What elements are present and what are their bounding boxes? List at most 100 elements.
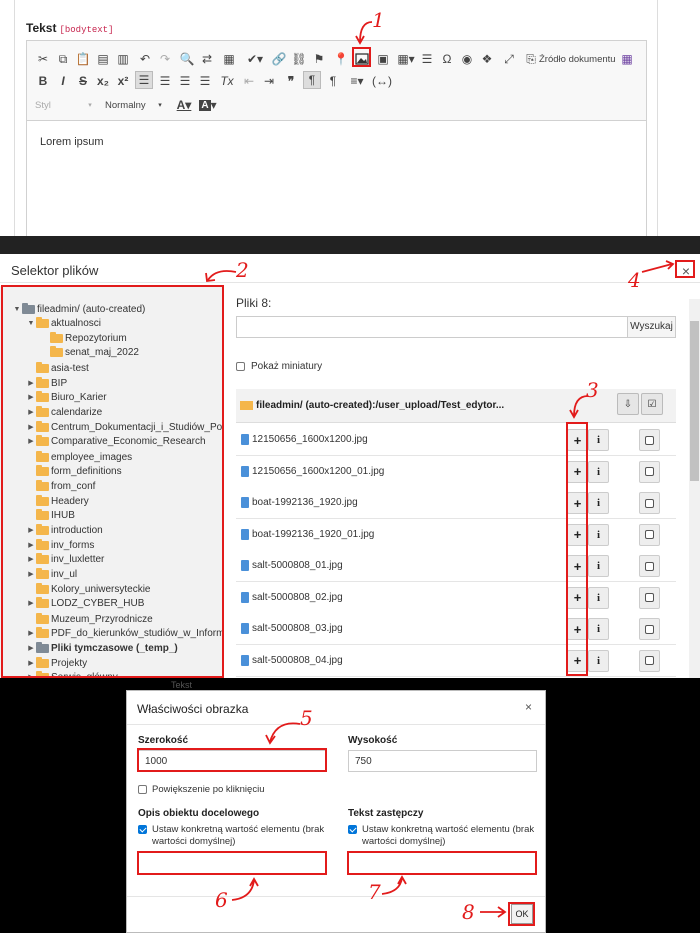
link-icon[interactable]: 🔗 (271, 50, 287, 68)
redo-icon[interactable]: ↷ (157, 50, 173, 68)
info-button[interactable]: i (588, 429, 609, 451)
italic-icon[interactable]: I (55, 72, 71, 90)
image-file-icon (241, 497, 249, 508)
align-center-icon[interactable]: ☰ (157, 72, 173, 90)
files-count: Pliki 8: (236, 296, 272, 310)
folder-path-header: fileadmin/ (auto-created):/user_upload/T… (236, 389, 676, 423)
templates-icon[interactable]: ❖ (479, 50, 495, 68)
annotation-arrow-1 (355, 21, 373, 45)
alt-label: Tekst zastępczy (348, 808, 424, 819)
maximize-icon[interactable]: ⤢ (501, 50, 517, 68)
editor-content[interactable]: Lorem ipsum (27, 121, 646, 237)
file-row[interactable]: boat-1992136_1920.jpg + i (236, 487, 676, 519)
superscript-icon[interactable]: x² (115, 72, 131, 90)
align-left-icon[interactable]: ☰ (135, 71, 153, 89)
select-checkbox[interactable] (639, 492, 660, 514)
bold-icon[interactable]: B (35, 72, 51, 90)
copy-icon[interactable]: ⧉ (55, 50, 71, 68)
paste-word-icon[interactable]: ▥ (115, 50, 131, 68)
toggle-selection-icon[interactable]: ☑ (641, 393, 663, 415)
text-color-icon[interactable]: A▾ (173, 96, 195, 114)
checkbox-checked-icon (348, 825, 357, 834)
location-pin-icon[interactable]: 📍 (333, 50, 349, 68)
select-checkbox[interactable] (639, 618, 660, 640)
show-blocks-icon[interactable]: (↔) (372, 72, 392, 90)
search-button[interactable]: Wyszukaj (627, 316, 676, 338)
height-input[interactable]: 750 (348, 750, 537, 772)
select-all-icon[interactable]: ▦ (221, 50, 237, 68)
select-checkbox[interactable] (639, 429, 660, 451)
close-icon[interactable]: × (525, 700, 532, 714)
annotation-6: 6 (215, 888, 228, 912)
info-button[interactable]: i (588, 523, 609, 546)
select-checkbox[interactable] (639, 649, 660, 672)
info-button[interactable]: i (588, 586, 609, 609)
scrollbar[interactable] (689, 299, 700, 678)
info-button[interactable]: i (588, 649, 609, 672)
file-row[interactable]: salt-5000808_03.jpg + i (236, 613, 676, 645)
align-right-icon[interactable]: ☰ (177, 72, 193, 90)
select-checkbox[interactable] (639, 555, 660, 577)
file-row[interactable]: salt-5000808_01.jpg + i (236, 550, 676, 582)
file-name: salt-5000808_03.jpg (252, 623, 343, 634)
annotation-box-1 (352, 47, 371, 67)
rtl-icon[interactable]: ¶ (325, 72, 341, 90)
cut-icon[interactable]: ✂ (35, 50, 51, 68)
unlink-icon[interactable]: ⛓ (291, 50, 307, 68)
annotation-arrow-3 (569, 395, 589, 419)
import-selection-icon[interactable]: ⇩ (617, 393, 639, 415)
desc-label: Opis obiektu docelowego (138, 808, 260, 819)
desc-check-label: Ustaw konkretną wartość elementu (brak w… (152, 824, 325, 847)
iframe-icon[interactable]: ◉ (459, 50, 475, 68)
strike-icon[interactable]: S (75, 72, 91, 90)
justify-icon[interactable]: ☰ (197, 72, 213, 90)
search-input[interactable] (236, 316, 628, 338)
numbered-list-icon[interactable]: ≡▾ (345, 72, 369, 90)
file-row[interactable]: salt-5000808_04.jpg + i (236, 644, 676, 677)
special-char-icon[interactable]: Ω (439, 50, 455, 68)
info-button[interactable]: i (588, 492, 609, 514)
desc-override-checkbox[interactable]: Ustaw konkretną wartość elementu (brak w… (138, 824, 333, 848)
grid-icon[interactable]: ▦ (619, 50, 635, 68)
image-file-icon (241, 465, 249, 477)
image-properties-dialog: Właściwości obrazka × Szerokość 1000 Wys… (126, 690, 546, 933)
replace-icon[interactable]: ⇄ (199, 50, 215, 68)
file-row[interactable]: 12150656_1600x1200.jpg + i (236, 424, 676, 456)
info-button[interactable]: i (588, 618, 609, 640)
file-row[interactable]: boat-1992136_1920_01.jpg + i (236, 518, 676, 551)
anchor-flag-icon[interactable]: ⚑ (311, 50, 327, 68)
select-checkbox[interactable] (639, 523, 660, 546)
image-file-icon (241, 528, 249, 540)
horizontal-line-icon[interactable]: ☰ (419, 50, 435, 68)
folder-icon (240, 401, 253, 410)
insert-media-icon[interactable]: ▣ (375, 50, 391, 68)
select-checkbox[interactable] (639, 460, 660, 483)
zoom-checkbox[interactable]: Powiększenie po kliknięciu (138, 784, 338, 796)
outdent-icon[interactable]: ⇤ (241, 72, 257, 90)
indent-icon[interactable]: ⇥ (261, 72, 277, 90)
info-button[interactable]: i (588, 460, 609, 483)
source-button[interactable]: Źródło dokumentu (539, 50, 621, 68)
modal-title: Selektor plików (11, 263, 99, 278)
modal-header: Selektor plików (0, 254, 700, 283)
annotation-box-5 (137, 748, 327, 772)
show-thumbnails-checkbox[interactable]: Pokaż miniatury (236, 361, 322, 372)
undo-icon[interactable]: ↶ (137, 50, 153, 68)
paste-icon[interactable]: 📋 (75, 50, 91, 68)
blockquote-icon[interactable]: ❞ (283, 72, 299, 90)
alt-override-checkbox[interactable]: Ustaw konkretną wartość elementu (brak w… (348, 824, 543, 848)
remove-format-icon[interactable]: Tx (219, 72, 235, 90)
table-icon[interactable]: ▦▾ (395, 50, 417, 68)
file-row[interactable]: 12150656_1600x1200_01.jpg + i (236, 455, 676, 488)
find-icon[interactable]: 🔍 (179, 50, 195, 68)
paste-text-icon[interactable]: ▤ (95, 50, 111, 68)
source-icon[interactable]: ⎘ (523, 50, 539, 68)
select-checkbox[interactable] (639, 586, 660, 609)
file-row[interactable]: salt-5000808_02.jpg + i (236, 581, 676, 614)
ltr-icon[interactable]: ¶ (303, 71, 321, 89)
bg-color-icon[interactable]: A ▾ (197, 96, 219, 114)
height-label: Wysokość (348, 735, 398, 746)
subscript-icon[interactable]: x₂ (95, 72, 111, 90)
info-button[interactable]: i (588, 555, 609, 577)
spellcheck-icon[interactable]: ✔▾ (243, 50, 267, 68)
